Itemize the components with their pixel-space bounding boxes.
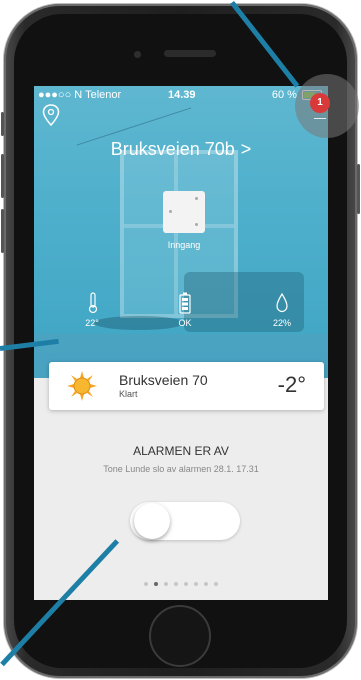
humidity-value: 22% [272, 318, 291, 328]
hero-background: ●●●○○ N Telenor 14.39 60 % Bruksveien 70… [34, 86, 328, 378]
page-dot[interactable] [154, 582, 158, 586]
weather-location: Bruksveien 70 [119, 372, 208, 388]
device-label: Inngang [167, 240, 201, 250]
battery-icon [179, 292, 191, 314]
chevron-right-icon: > [240, 139, 252, 159]
alarm-status-title: ALARMEN ER AV [133, 444, 229, 458]
device-led [195, 223, 198, 226]
power-button [357, 164, 360, 214]
location-title-text: Bruksveien 70b [110, 139, 235, 159]
home-button[interactable] [149, 605, 211, 667]
location-pin-icon[interactable] [42, 104, 60, 126]
carrier-label: ●●●○○ N Telenor [38, 89, 122, 101]
location-title[interactable]: Bruksveien 70b > [34, 139, 328, 160]
page-dot[interactable] [164, 582, 168, 586]
volume-up-button [1, 154, 4, 198]
page-dot[interactable] [194, 582, 198, 586]
battery-value: OK [178, 318, 192, 328]
alarm-toggle-knob[interactable] [134, 503, 170, 539]
page-dot[interactable] [214, 582, 218, 586]
menu-icon[interactable] [314, 118, 326, 119]
thermometer-icon [88, 292, 98, 314]
device-led [169, 210, 172, 213]
notification-badge[interactable]: 1 [310, 93, 330, 113]
page-dot[interactable] [204, 582, 208, 586]
page-dot[interactable] [174, 582, 178, 586]
weather-card[interactable]: Bruksveien 70 Klart -2° [49, 362, 324, 410]
device-tile[interactable] [163, 191, 205, 233]
drop-icon [276, 292, 288, 313]
sun-icon [67, 371, 97, 401]
alarm-status-subtitle: Tone Lunde slo av alarmen 28.1. 17.31 [103, 464, 259, 474]
page-dot[interactable] [144, 582, 148, 586]
battery-percent: 60 % [271, 89, 297, 101]
status-bar: ●●●○○ N Telenor 14.39 60 % [34, 86, 328, 104]
front-camera [134, 51, 141, 58]
status-time: 14.39 [168, 89, 196, 101]
temperature-value: 22° [85, 318, 99, 328]
mute-switch [1, 112, 4, 136]
weather-condition: Klart [119, 389, 138, 399]
alarm-toggle[interactable] [130, 502, 240, 540]
weather-temperature: -2° [277, 372, 306, 397]
earpiece-speaker [164, 50, 216, 57]
device-led [195, 197, 198, 200]
volume-down-button [1, 209, 4, 253]
app-screen: ●●●○○ N Telenor 14.39 60 % Bruksveien 70… [34, 86, 328, 600]
page-dot[interactable] [184, 582, 188, 586]
